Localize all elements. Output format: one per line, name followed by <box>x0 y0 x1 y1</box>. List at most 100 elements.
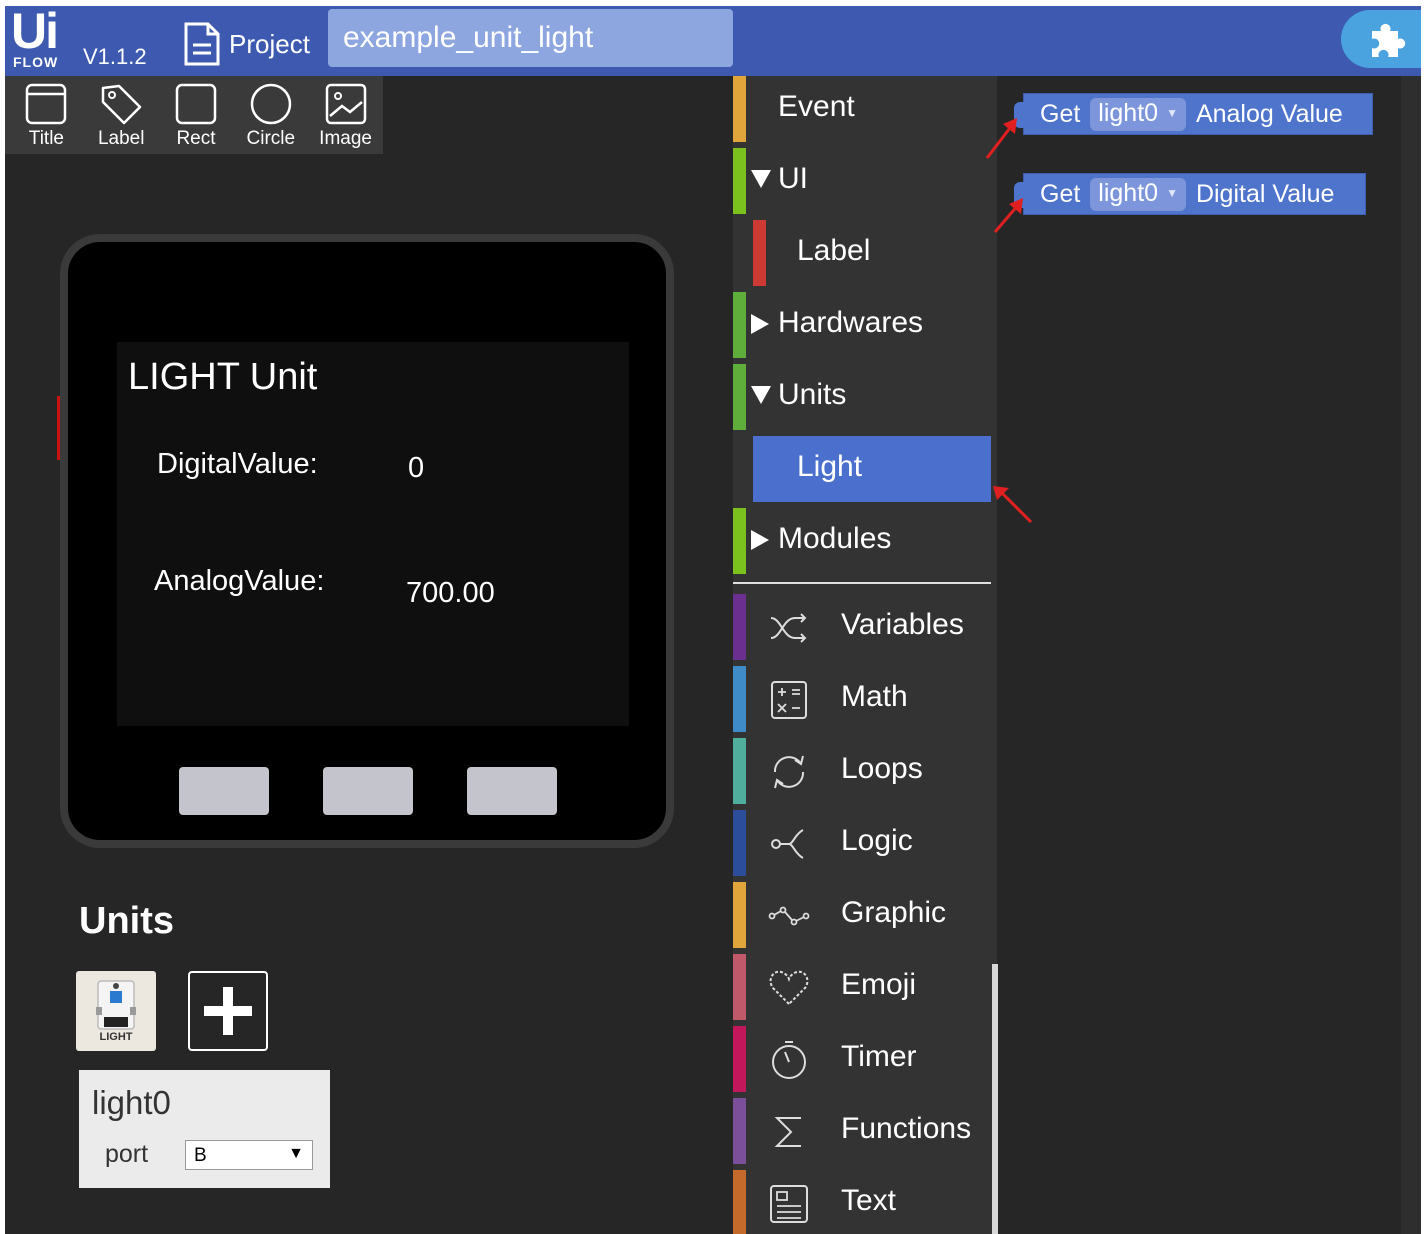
category-math[interactable]: Math <box>733 666 991 732</box>
get-analog-value-block[interactable]: Get light0 ▼ Analog Value <box>1014 93 1373 135</box>
category-color-bar <box>733 738 746 804</box>
clock-icon <box>772 1041 806 1079</box>
category-functions-label: Functions <box>841 1112 972 1145</box>
unit-instance-name: light0 <box>92 1084 171 1121</box>
category-scrollbar[interactable] <box>992 964 998 1234</box>
sigma-icon <box>774 1117 801 1147</box>
category-light-label: Light <box>797 450 863 483</box>
category-divider <box>733 582 991 584</box>
port-select[interactable]: B ▼ <box>185 1140 313 1170</box>
category-ui-label-item[interactable]: Label <box>733 220 991 286</box>
component-rect-label: Rect <box>176 128 216 149</box>
unit-config-panel: light0 port B ▼ <box>79 1070 330 1188</box>
category-modules[interactable]: Modules <box>733 508 991 574</box>
analog-value-label[interactable]: AnalogValue: <box>154 565 324 598</box>
label-tag-icon <box>101 84 142 125</box>
block-suffix: Analog Value <box>1195 99 1343 128</box>
selected-highlight <box>753 436 991 502</box>
text-card-icon <box>770 1185 808 1223</box>
add-unit-button[interactable] <box>188 971 268 1051</box>
caret-down-icon <box>751 170 771 188</box>
screen-title[interactable]: LIGHT Unit <box>128 356 317 399</box>
category-graphic-label: Graphic <box>841 896 947 929</box>
category-event[interactable]: Event <box>733 76 991 142</box>
unit-dropdown-value: light0 <box>1098 178 1159 207</box>
logo-sub: FLOW <box>13 54 59 70</box>
category-variables[interactable]: Variables <box>733 594 991 660</box>
shuffle-icon <box>770 613 807 643</box>
component-title-label: Title <box>28 128 64 149</box>
plus-icon <box>204 987 252 1035</box>
component-label-label: Label <box>97 128 145 149</box>
category-label-label: Label <box>797 234 871 267</box>
category-hardwares[interactable]: Hardwares <box>733 292 991 358</box>
unit-dropdown[interactable]: light0 ▼ <box>1090 177 1186 211</box>
annotation-arrow-icon <box>993 198 1023 233</box>
dropdown-arrow-icon: ▼ <box>288 1145 304 1162</box>
category-math-label: Math <box>841 680 908 713</box>
heart-icon <box>769 970 809 1006</box>
project-button[interactable]: Project <box>183 20 310 68</box>
device-screen[interactable]: LIGHT Unit DigitalValue: 0 AnalogValue: … <box>117 342 629 726</box>
category-units[interactable]: Units <box>733 364 991 430</box>
block-prefix: Get <box>1040 99 1081 128</box>
plugin-button[interactable] <box>1341 10 1421 68</box>
category-color-bar <box>733 148 746 214</box>
caret-right-icon <box>751 530 769 550</box>
category-functions[interactable]: Functions <box>733 1098 991 1164</box>
block-workspace[interactable]: Get light0 ▼ Analog Value Get light0 ▼ D… <box>999 76 1401 1234</box>
title-icon <box>26 83 67 125</box>
device-button-c[interactable] <box>467 767 557 815</box>
category-ui-label: UI <box>778 162 808 195</box>
category-emoji[interactable]: Emoji <box>733 954 991 1020</box>
annotation-arrow-icon <box>985 118 1017 159</box>
category-ui[interactable]: UI <box>733 148 991 214</box>
category-loops[interactable]: Loops <box>733 738 991 804</box>
light-unit-card[interactable]: LIGHT <box>76 971 156 1051</box>
block-categories: Event UI Label Hardwares Units Light Mod… <box>733 76 998 1234</box>
category-timer-label: Timer <box>841 1040 917 1073</box>
device-button-a[interactable] <box>179 767 269 815</box>
category-hardwares-label: Hardwares <box>778 306 924 339</box>
category-loops-label: Loops <box>841 752 923 785</box>
category-units-light[interactable]: Light <box>733 436 991 502</box>
component-circle[interactable]: Circle <box>233 76 308 154</box>
circle-icon <box>250 83 292 125</box>
digital-value-label[interactable]: DigitalValue: <box>157 448 318 481</box>
component-circle-label: Circle <box>246 128 296 149</box>
analog-value[interactable]: 700.00 <box>406 577 495 610</box>
port-select-value: B <box>194 1145 207 1166</box>
device-button-b[interactable] <box>323 767 413 815</box>
device-preview: LIGHT Unit DigitalValue: 0 AnalogValue: … <box>60 234 674 848</box>
uiflow-logo: Ui FLOW <box>11 6 75 70</box>
puzzle-icon <box>1372 23 1406 58</box>
category-color-bar <box>753 220 766 286</box>
annotation-arrow-icon <box>993 486 1033 524</box>
category-units-label: Units <box>778 378 847 411</box>
category-color-bar <box>733 364 746 430</box>
digital-value[interactable]: 0 <box>408 452 424 485</box>
category-color-bar <box>733 594 746 660</box>
component-image[interactable]: Image <box>308 76 383 154</box>
category-timer[interactable]: Timer <box>733 1026 991 1092</box>
block-prefix: Get <box>1040 179 1081 208</box>
category-text[interactable]: Text <box>733 1170 991 1234</box>
component-label[interactable]: Label <box>84 76 159 154</box>
category-color-bar <box>733 292 746 358</box>
component-rect[interactable]: Rect <box>159 76 234 154</box>
unit-dropdown[interactable]: light0 ▼ <box>1090 97 1186 131</box>
dropdown-arrow-icon: ▼ <box>1166 186 1178 200</box>
workspace-scrollbar[interactable] <box>1401 76 1421 1234</box>
component-image-label: Image <box>319 128 372 149</box>
project-name-input[interactable]: example_unit_light <box>328 9 733 67</box>
block-suffix: Digital Value <box>1195 179 1335 208</box>
category-color-bar <box>733 76 746 142</box>
category-graphic[interactable]: Graphic <box>733 882 991 948</box>
unit-dropdown-value: light0 <box>1098 98 1159 127</box>
category-color-bar <box>733 1026 746 1092</box>
port-label: port <box>105 1140 149 1168</box>
component-title[interactable]: Title <box>9 76 84 154</box>
category-logic[interactable]: Logic <box>733 810 991 876</box>
category-color-bar <box>733 810 746 876</box>
get-digital-value-block[interactable]: Get light0 ▼ Digital Value <box>1014 173 1366 215</box>
